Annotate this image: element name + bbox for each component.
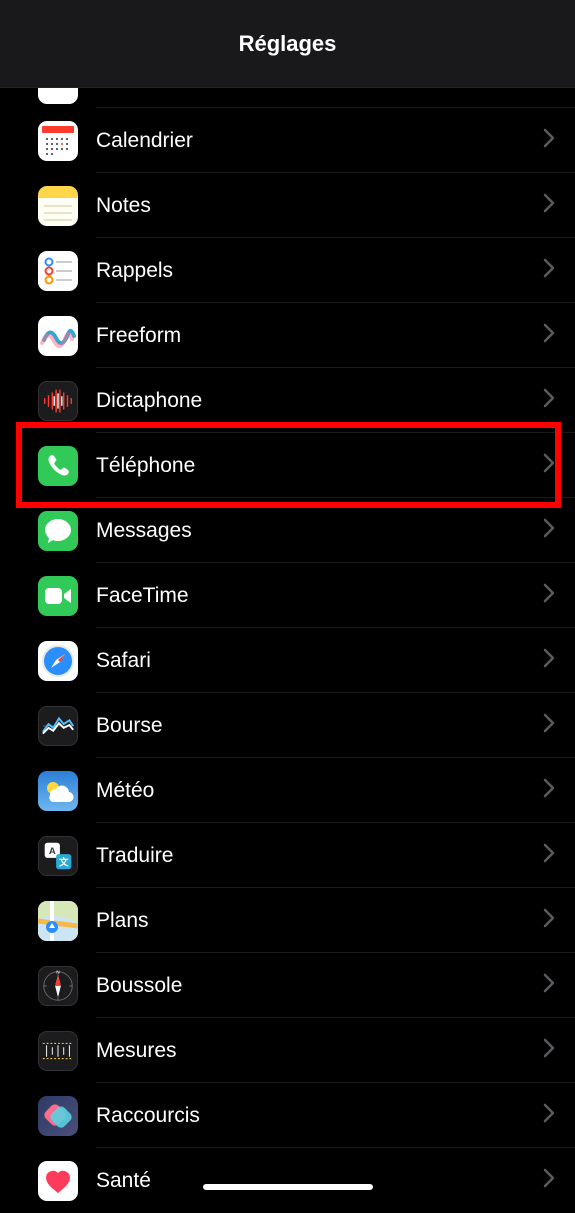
settings-row-label: Freeform: [96, 324, 543, 348]
chevron-right-icon: [543, 518, 555, 543]
settings-row-label: Traduire: [96, 844, 543, 868]
settings-row-messages[interactable]: Messages: [0, 498, 575, 563]
measure-icon: [38, 1031, 78, 1071]
chevron-right-icon: [543, 908, 555, 933]
freeform-icon: [38, 316, 78, 356]
settings-row-measure[interactable]: Mesures: [0, 1018, 575, 1083]
shortcuts-icon: [38, 1096, 78, 1136]
settings-list: Calendrier Notes: [0, 88, 575, 1213]
settings-row-reminders[interactable]: Rappels: [0, 238, 575, 303]
settings-row-label: Raccourcis: [96, 1104, 543, 1128]
home-indicator[interactable]: [203, 1184, 373, 1190]
chevron-right-icon: [543, 453, 555, 478]
chevron-right-icon: [543, 713, 555, 738]
messages-icon: [38, 511, 78, 551]
settings-row-safari[interactable]: Safari: [0, 628, 575, 693]
settings-row-translate[interactable]: A 文 Traduire: [0, 823, 575, 888]
svg-text:文: 文: [58, 856, 69, 868]
settings-row-label: Plans: [96, 909, 543, 933]
chevron-right-icon: [543, 778, 555, 803]
maps-icon: [38, 901, 78, 941]
settings-row-label: Rappels: [96, 259, 543, 283]
chevron-right-icon: [543, 648, 555, 673]
chevron-right-icon: [543, 388, 555, 413]
notes-icon: [38, 186, 78, 226]
settings-row-compass[interactable]: N Boussole: [0, 953, 575, 1018]
translate-icon: A 文: [38, 836, 78, 876]
health-icon: [38, 1161, 78, 1201]
chevron-right-icon: [543, 1168, 555, 1193]
settings-row-label: Safari: [96, 649, 543, 673]
settings-row-voicememo[interactable]: Dictaphone: [0, 368, 575, 433]
voice-memo-icon: [38, 381, 78, 421]
calendar-icon: [38, 121, 78, 161]
settings-row-label: FaceTime: [96, 584, 543, 608]
svg-text:A: A: [49, 846, 56, 857]
settings-row-calendar[interactable]: Calendrier: [0, 108, 575, 173]
settings-row-label: Téléphone: [96, 454, 543, 478]
settings-row-freeform[interactable]: Freeform: [0, 303, 575, 368]
chevron-right-icon: [543, 258, 555, 283]
page-header: Réglages: [0, 0, 575, 88]
safari-icon: [38, 641, 78, 681]
chevron-right-icon: [543, 193, 555, 218]
settings-row-label: Dictaphone: [96, 389, 543, 413]
phone-icon: [38, 446, 78, 486]
settings-row-shortcuts[interactable]: Raccourcis: [0, 1083, 575, 1148]
settings-row-phone[interactable]: Téléphone: [0, 433, 575, 498]
chevron-right-icon: [543, 843, 555, 868]
settings-row-weather[interactable]: Météo: [0, 758, 575, 823]
settings-row-label: Messages: [96, 519, 543, 543]
chevron-right-icon: [543, 1038, 555, 1063]
svg-text:N: N: [56, 969, 60, 975]
chevron-right-icon: [543, 583, 555, 608]
page-title: Réglages: [239, 31, 337, 57]
chevron-right-icon: [543, 1103, 555, 1128]
settings-row-health[interactable]: Santé: [0, 1148, 575, 1213]
chevron-right-icon: [543, 323, 555, 348]
chevron-right-icon: [543, 973, 555, 998]
settings-row-label: Notes: [96, 194, 543, 218]
stocks-icon: [38, 706, 78, 746]
compass-icon: N: [38, 966, 78, 1006]
settings-row-maps[interactable]: Plans: [0, 888, 575, 953]
settings-row-label: Boussole: [96, 974, 543, 998]
settings-row-stocks[interactable]: Bourse: [0, 693, 575, 758]
facetime-icon: [38, 576, 78, 616]
weather-icon: [38, 771, 78, 811]
settings-row-label: Mesures: [96, 1039, 543, 1063]
settings-row-label: Calendrier: [96, 129, 543, 153]
settings-row-label: Bourse: [96, 714, 543, 738]
settings-row-notes[interactable]: Notes: [0, 173, 575, 238]
settings-row-facetime[interactable]: FaceTime: [0, 563, 575, 628]
reminders-icon: [38, 251, 78, 291]
chevron-right-icon: [543, 128, 555, 153]
settings-row-label: Météo: [96, 779, 543, 803]
